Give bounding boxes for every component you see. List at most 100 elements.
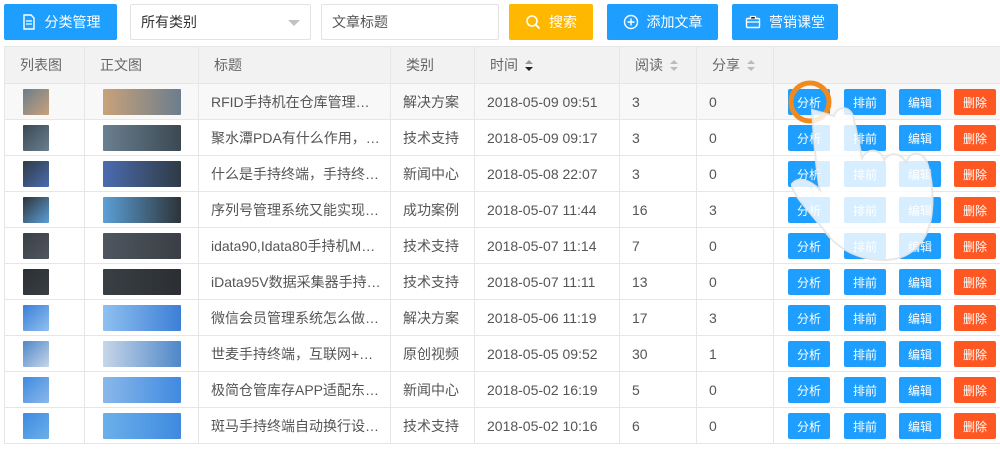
- body-image-cell: [84, 227, 199, 264]
- edit-button[interactable]: 编辑: [899, 125, 941, 151]
- category-cell: 技术支持: [390, 119, 475, 156]
- table-row: 微信会员管理系统怎么做… 解决方案 2018-05-06 11:19 17 3 分析 排前编…: [4, 299, 1000, 336]
- delete-button[interactable]: 删除: [954, 197, 996, 223]
- category-select[interactable]: 所有类别: [130, 4, 311, 40]
- move-to-top-button[interactable]: 排前: [844, 233, 886, 259]
- edit-button[interactable]: 编辑: [899, 305, 941, 331]
- title-cell[interactable]: idata90,Idata80手持机M…: [198, 227, 391, 264]
- marketing-class-label: 营销课堂: [769, 14, 825, 30]
- move-to-top-button[interactable]: 排前: [844, 269, 886, 295]
- title-search-input[interactable]: [321, 4, 499, 40]
- delete-button[interactable]: 删除: [954, 125, 996, 151]
- column-header-shares[interactable]: 分享: [696, 46, 774, 84]
- title-cell[interactable]: iData95V数据采集器手持…: [198, 263, 391, 300]
- list-image-thumbnail: [23, 233, 49, 259]
- delete-button[interactable]: 删除: [954, 233, 996, 259]
- title-cell[interactable]: 序列号管理系统又能实现…: [198, 191, 391, 228]
- delete-button[interactable]: 删除: [954, 161, 996, 187]
- briefcase-icon: [745, 15, 761, 29]
- list-image-cell: [4, 299, 85, 336]
- analyze-button[interactable]: 分析: [788, 197, 830, 223]
- delete-button[interactable]: 删除: [954, 413, 996, 439]
- edit-button[interactable]: 编辑: [899, 413, 941, 439]
- shares-cell: 0: [696, 83, 774, 120]
- delete-button[interactable]: 删除: [954, 89, 996, 115]
- delete-button[interactable]: 删除: [954, 269, 996, 295]
- body-image-cell: [84, 335, 199, 372]
- list-image-thumbnail: [23, 197, 49, 223]
- analyze-button[interactable]: 分析: [788, 161, 830, 187]
- sort-desc-icon[interactable]: [524, 60, 534, 72]
- title-cell[interactable]: 微信会员管理系统怎么做…: [198, 299, 391, 336]
- document-icon: [22, 14, 35, 30]
- category-cell: 解决方案: [390, 299, 475, 336]
- list-image-cell: [4, 263, 85, 300]
- analyze-button[interactable]: 分析: [788, 413, 830, 439]
- body-image-thumbnail: [103, 89, 181, 115]
- time-cell: 2018-05-02 16:19: [474, 371, 620, 408]
- shares-cell: 0: [696, 155, 774, 192]
- actions-cell: 分析 排前 编辑 删除: [773, 83, 1000, 120]
- list-image-cell: [4, 191, 85, 228]
- analyze-button[interactable]: 分析: [788, 269, 830, 295]
- move-to-top-button[interactable]: 排前: [844, 377, 886, 403]
- edit-button[interactable]: 编辑: [899, 233, 941, 259]
- edit-button[interactable]: 编辑: [899, 161, 941, 187]
- reads-cell: 30: [619, 335, 697, 372]
- column-header-actions: [773, 46, 1000, 84]
- title-cell[interactable]: 极简仓管库存APP适配东…: [198, 371, 391, 408]
- sort-icon[interactable]: [669, 60, 679, 72]
- move-to-top-button[interactable]: 排前: [844, 89, 886, 115]
- move-to-top-button[interactable]: 排前: [844, 197, 886, 223]
- list-image-cell: [4, 335, 85, 372]
- table-row: 什么是手持终端，手持终… 新闻中心 2018-05-08 22:07 3 0 分析 排前 编辑…: [4, 155, 1000, 192]
- marketing-class-button[interactable]: 营销课堂: [732, 4, 838, 40]
- actions-cell: 分析 排前 编辑 删除: [773, 335, 1000, 372]
- delete-button[interactable]: 删除: [954, 377, 996, 403]
- edit-button[interactable]: 编辑: [899, 377, 941, 403]
- column-header-reads[interactable]: 阅读: [619, 46, 697, 84]
- table-row: RFID手持机在仓库管理… 解决方案 2018-05-09 09:51 3 0 分析 排前编…: [4, 83, 1000, 120]
- move-to-top-button[interactable]: 排前: [844, 125, 886, 151]
- title-cell[interactable]: RFID手持机在仓库管理…: [198, 83, 391, 120]
- title-cell[interactable]: 聚水潭PDA有什么作用，…: [198, 119, 391, 156]
- list-image-cell: [4, 119, 85, 156]
- list-image-thumbnail: [23, 269, 49, 295]
- body-image-cell: [84, 119, 199, 156]
- body-image-thumbnail: [103, 341, 181, 367]
- edit-button[interactable]: 编辑: [899, 89, 941, 115]
- move-to-top-button[interactable]: 排前: [844, 161, 886, 187]
- column-header-time[interactable]: 时间: [474, 46, 620, 84]
- shares-cell: 0: [696, 119, 774, 156]
- sort-icon[interactable]: [746, 60, 756, 72]
- add-article-button[interactable]: 添加文章: [607, 4, 718, 40]
- move-to-top-button[interactable]: 排前: [844, 341, 886, 367]
- edit-button[interactable]: 编辑: [899, 197, 941, 223]
- search-button[interactable]: 搜索: [509, 4, 593, 40]
- analyze-button[interactable]: 分析: [788, 377, 830, 403]
- table-row: 世麦手持终端，互联网+… 原创视频 2018-05-05 09:52 30 1 分析 排前编…: [4, 335, 1000, 372]
- shares-cell: 1: [696, 335, 774, 372]
- analyze-button[interactable]: 分析: [788, 233, 830, 259]
- shares-cell: 0: [696, 263, 774, 300]
- edit-button[interactable]: 编辑: [899, 341, 941, 367]
- reads-cell: 16: [619, 191, 697, 228]
- title-cell[interactable]: 世麦手持终端，互联网+…: [198, 335, 391, 372]
- delete-button[interactable]: 删除: [954, 341, 996, 367]
- edit-button[interactable]: 编辑: [899, 269, 941, 295]
- analyze-button[interactable]: 分析: [788, 305, 830, 331]
- delete-button[interactable]: 删除: [954, 305, 996, 331]
- list-image-thumbnail: [23, 377, 49, 403]
- title-cell[interactable]: 斑马手持终端自动换行设…: [198, 407, 391, 444]
- analyze-button[interactable]: 分析: [788, 125, 830, 151]
- category-manage-button[interactable]: 分类管理: [4, 4, 117, 40]
- actions-cell: 分析 排前 编辑 删除: [773, 227, 1000, 264]
- analyze-button[interactable]: 分析: [788, 89, 830, 115]
- category-cell: 解决方案: [390, 83, 475, 120]
- analyze-button[interactable]: 分析: [788, 341, 830, 367]
- time-cell: 2018-05-05 09:52: [474, 335, 620, 372]
- move-to-top-button[interactable]: 排前: [844, 413, 886, 439]
- time-header-label: 时间: [490, 57, 518, 73]
- title-cell[interactable]: 什么是手持终端，手持终…: [198, 155, 391, 192]
- move-to-top-button[interactable]: 排前: [844, 305, 886, 331]
